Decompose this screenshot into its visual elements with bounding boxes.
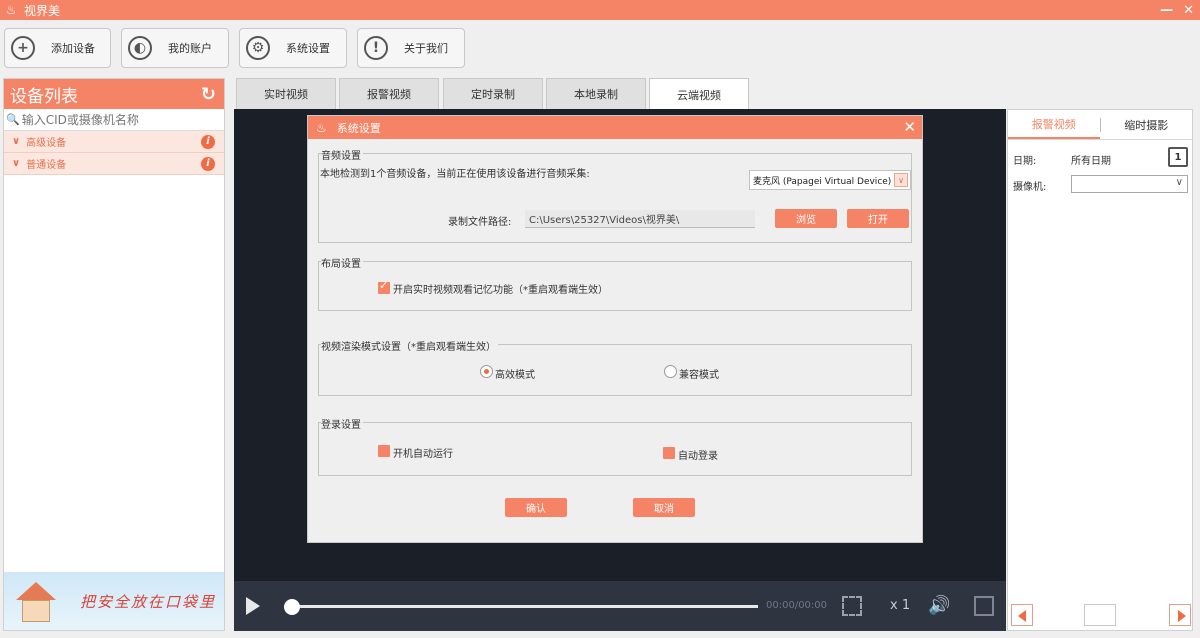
right-panel-tabs: 报警视频 缩时摄影 (1008, 110, 1192, 140)
tab-scheduled-recording[interactable]: 定时录制 (443, 78, 543, 109)
open-folder-button[interactable]: 打开 (847, 209, 909, 228)
tab-alarm-video[interactable]: 报警视频 (339, 78, 439, 109)
minimize-button[interactable]: — (1160, 3, 1173, 18)
device-list-title: 设备列表 (10, 86, 78, 107)
refresh-icon[interactable]: ↻ (201, 84, 216, 105)
account-icon: ◐ (128, 36, 152, 60)
chevron-down-icon: ∨ (1175, 177, 1183, 188)
app-logo-icon: ♨ (316, 120, 327, 135)
triangle-left-icon (1018, 610, 1026, 622)
window-controls: — ✕ (1160, 0, 1194, 20)
chevron-down-icon: ∨ (12, 136, 21, 147)
info-icon[interactable]: i (201, 135, 215, 149)
tab-live-video[interactable]: 实时视频 (236, 78, 336, 109)
device-list-header: 设备列表 ↻ (4, 79, 224, 109)
my-account-button[interactable]: ◐ 我的账户 (121, 28, 229, 68)
record-path-label: 录制文件路径: (448, 217, 512, 228)
record-path-input[interactable] (525, 210, 755, 228)
volume-icon[interactable]: 🔊 (928, 595, 950, 616)
camera-select[interactable]: ∨ (1071, 175, 1188, 193)
tab-cloud-video[interactable]: 云端视频 (649, 78, 749, 110)
gear-icon: ⚙ (246, 36, 270, 60)
fullscreen-icon[interactable] (974, 596, 994, 616)
close-icon[interactable]: ✕ (903, 118, 916, 136)
device-list-panel: 设备列表 ↻ 🔍 ∨ 高级设备 i ∨ 普通设备 i 把安全放在口袋里 (3, 78, 225, 631)
microphone-select-value: 麦克风 (Papagei Virtual Device) (753, 176, 892, 187)
triangle-right-icon (1178, 610, 1186, 622)
remember-view-label: 开启实时视频观看记忆功能（*重启观看端生效） (393, 285, 608, 296)
dialog-title-bar: ♨ 系统设置 ✕ (308, 116, 922, 139)
device-group-normal[interactable]: ∨ 普通设备 i (4, 153, 224, 175)
player-control-bar: 00:00/00:00 x 1 🔊 (234, 581, 1006, 631)
progress-track[interactable] (292, 605, 758, 608)
autologin-label: 自动登录 (678, 451, 718, 462)
audio-device-note: 本地检测到1个音频设备，当前正在使用该设备进行音频采集: (320, 169, 590, 180)
prev-page-button[interactable] (1011, 604, 1033, 626)
autologin-checkbox[interactable] (663, 447, 675, 459)
screenshot-icon[interactable] (842, 596, 862, 616)
promo-banner[interactable]: 把安全放在口袋里 (4, 572, 224, 630)
about-label: 关于我们 (404, 42, 448, 55)
cancel-button[interactable]: 取消 (633, 498, 695, 517)
radio-compatible-mode[interactable] (664, 365, 677, 378)
date-label: 日期: (1013, 156, 1037, 167)
browse-button[interactable]: 浏览 (775, 209, 837, 228)
recording-list-panel: 报警视频 缩时摄影 日期: 所有日期 1 摄像机: ∨ (1007, 109, 1193, 631)
about-button[interactable]: ! 关于我们 (357, 28, 465, 68)
chevron-down-icon: ∨ (12, 158, 21, 169)
playback-speed[interactable]: x 1 (890, 598, 910, 613)
remember-view-checkbox[interactable] (378, 279, 390, 294)
settings-dialog: ♨ 系统设置 ✕ 音频设置 本地检测到1个音频设备，当前正在使用该设备进行音频采… (307, 115, 923, 543)
calendar-icon[interactable]: 1 (1168, 147, 1188, 167)
autostart-checkbox[interactable] (378, 445, 390, 457)
settings-label: 系统设置 (286, 42, 330, 55)
efficient-mode-label: 高效模式 (495, 370, 535, 381)
device-group-label: 普通设备 (26, 160, 67, 171)
device-group-label: 高级设备 (26, 138, 67, 149)
add-device-label: 添加设备 (51, 42, 95, 55)
login-settings-legend: 登录设置 (321, 416, 363, 431)
device-search-bar: 🔍 (4, 109, 224, 131)
plus-circle-icon: + (11, 36, 35, 60)
tab-alarm-recordings[interactable]: 报警视频 (1008, 110, 1100, 139)
my-account-label: 我的账户 (168, 42, 212, 55)
page-number-input[interactable] (1084, 604, 1116, 626)
render-mode-legend: 视频渲染模式设置（*重启观看端生效） (321, 338, 498, 353)
render-mode-group: 视频渲染模式设置（*重启观看端生效） (318, 338, 912, 396)
camera-label: 摄像机: (1013, 182, 1047, 193)
autostart-label: 开机自动运行 (393, 449, 453, 460)
tab-timelapse[interactable]: 缩时摄影 (1101, 110, 1193, 139)
title-bar: ♨ 视界美 — ✕ (0, 0, 1200, 20)
timecode: 00:00/00:00 (766, 600, 828, 611)
chevron-down-icon: ∨ (894, 173, 908, 187)
dialog-title: 系统设置 (336, 121, 381, 135)
microphone-select[interactable]: 麦克风 (Papagei Virtual Device) ∨ (749, 170, 911, 190)
app-logo-icon: ♨ (5, 3, 17, 17)
search-icon: 🔍 (6, 113, 20, 126)
progress-knob[interactable] (284, 599, 300, 615)
tab-local-recording[interactable]: 本地录制 (546, 78, 646, 109)
next-page-button[interactable] (1169, 604, 1191, 626)
banner-slogan: 把安全放在口袋里 (80, 592, 217, 611)
date-value[interactable]: 所有日期 (1071, 152, 1111, 167)
app-title: 视界美 (24, 3, 61, 18)
close-window-button[interactable]: ✕ (1183, 3, 1194, 18)
radio-efficient-mode[interactable] (480, 365, 493, 378)
info-exclamation-icon: ! (364, 36, 388, 60)
device-group-advanced[interactable]: ∨ 高级设备 i (4, 131, 224, 153)
house-icon (12, 578, 60, 624)
compatible-mode-label: 兼容模式 (679, 370, 719, 381)
play-icon[interactable] (246, 597, 260, 615)
settings-button[interactable]: ⚙ 系统设置 (239, 28, 347, 68)
layout-settings-legend: 布局设置 (321, 255, 363, 270)
info-icon[interactable]: i (201, 157, 215, 171)
confirm-button[interactable]: 确认 (505, 498, 567, 517)
add-device-button[interactable]: + 添加设备 (4, 28, 111, 68)
device-search-input[interactable] (21, 112, 217, 127)
audio-settings-legend: 音频设置 (321, 147, 363, 162)
main-toolbar: + 添加设备 ◐ 我的账户 ⚙ 系统设置 ! 关于我们 (0, 20, 1200, 76)
